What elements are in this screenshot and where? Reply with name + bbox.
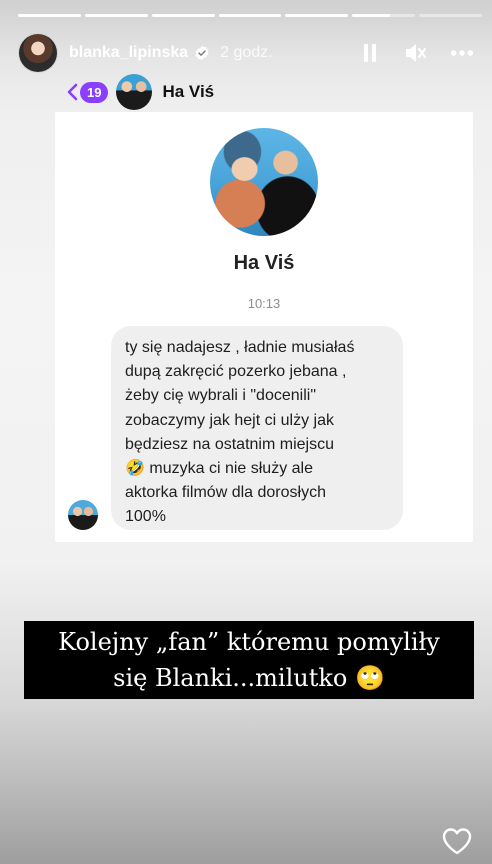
message-line: 🤣 muzyka ci nie służy ale [125,460,313,478]
progress-fill [218,14,282,17]
story-header: blanka_lipinska 2 godz. [18,32,474,74]
user-avatar[interactable] [18,33,58,73]
caption-line-1: Kolejny „fan” któremu pomyliły [58,628,440,656]
story-viewer: blanka_lipinska 2 godz. 19 Ha Viś Ha Viś… [0,0,492,864]
sender-avatar [68,500,98,530]
message-line: żeby cię wybrali i "docenili" [125,387,316,405]
mute-button[interactable] [404,41,428,65]
message-line: będziesz na ostatnim miejscu [125,435,334,453]
caption-line-2: się Blanki...milutko 🙄 [113,664,385,692]
progress-segment [18,14,81,17]
back-button: 19 [66,81,109,103]
progress-segment [352,14,416,17]
message-bubble: ty się nadajesz , ładnie musiałaś dupą za… [111,326,403,530]
contact-profile-photo [210,128,318,236]
message-line: dupą zakręcić pozerko jebana , [125,363,347,381]
unread-count-badge: 19 [80,81,109,103]
message-line: zobaczymy jak hejt ci ulży jak [125,411,334,429]
progress-segment [285,14,349,17]
progress-fill [151,14,215,17]
progress-segment [151,14,215,17]
progress-fill [285,14,349,17]
progress-fill [18,14,81,17]
pause-icon [364,44,376,62]
mute-icon [406,44,427,62]
contact-profile-name: Ha Viś [233,252,295,274]
dm-screenshot: Ha Viś 10:13 ty się nadajesz , ładnie mu… [55,112,473,542]
progress-fill [352,14,390,17]
story-caption: Kolejny „fan” któremu pomyliły się Blank… [24,621,474,699]
heart-icon [442,828,472,855]
username[interactable]: blanka_lipinska [69,44,188,62]
progress-fill [84,14,148,17]
progress-segment [218,14,282,17]
post-time: 2 godz. [220,44,273,61]
progress-segment [419,14,483,17]
contact-name: Ha Viś [162,82,215,101]
verified-badge-icon [195,45,209,61]
message-line: 100% [125,508,166,526]
dm-header: 19 Ha Viś [66,74,214,110]
message-line: aktorka filmów dla dorosłych [125,484,326,502]
more-options-button[interactable] [450,41,474,65]
like-button[interactable] [441,826,473,856]
chevron-left-icon [67,83,78,101]
message-timestamp: 10:13 [247,296,281,311]
message-line: ty się nadajesz , ładnie musiałaś [125,339,355,356]
pause-button[interactable] [358,41,382,65]
contact-avatar [116,74,153,110]
more-icon [450,50,474,56]
story-progress-bars [18,14,483,17]
progress-segment [84,14,148,17]
